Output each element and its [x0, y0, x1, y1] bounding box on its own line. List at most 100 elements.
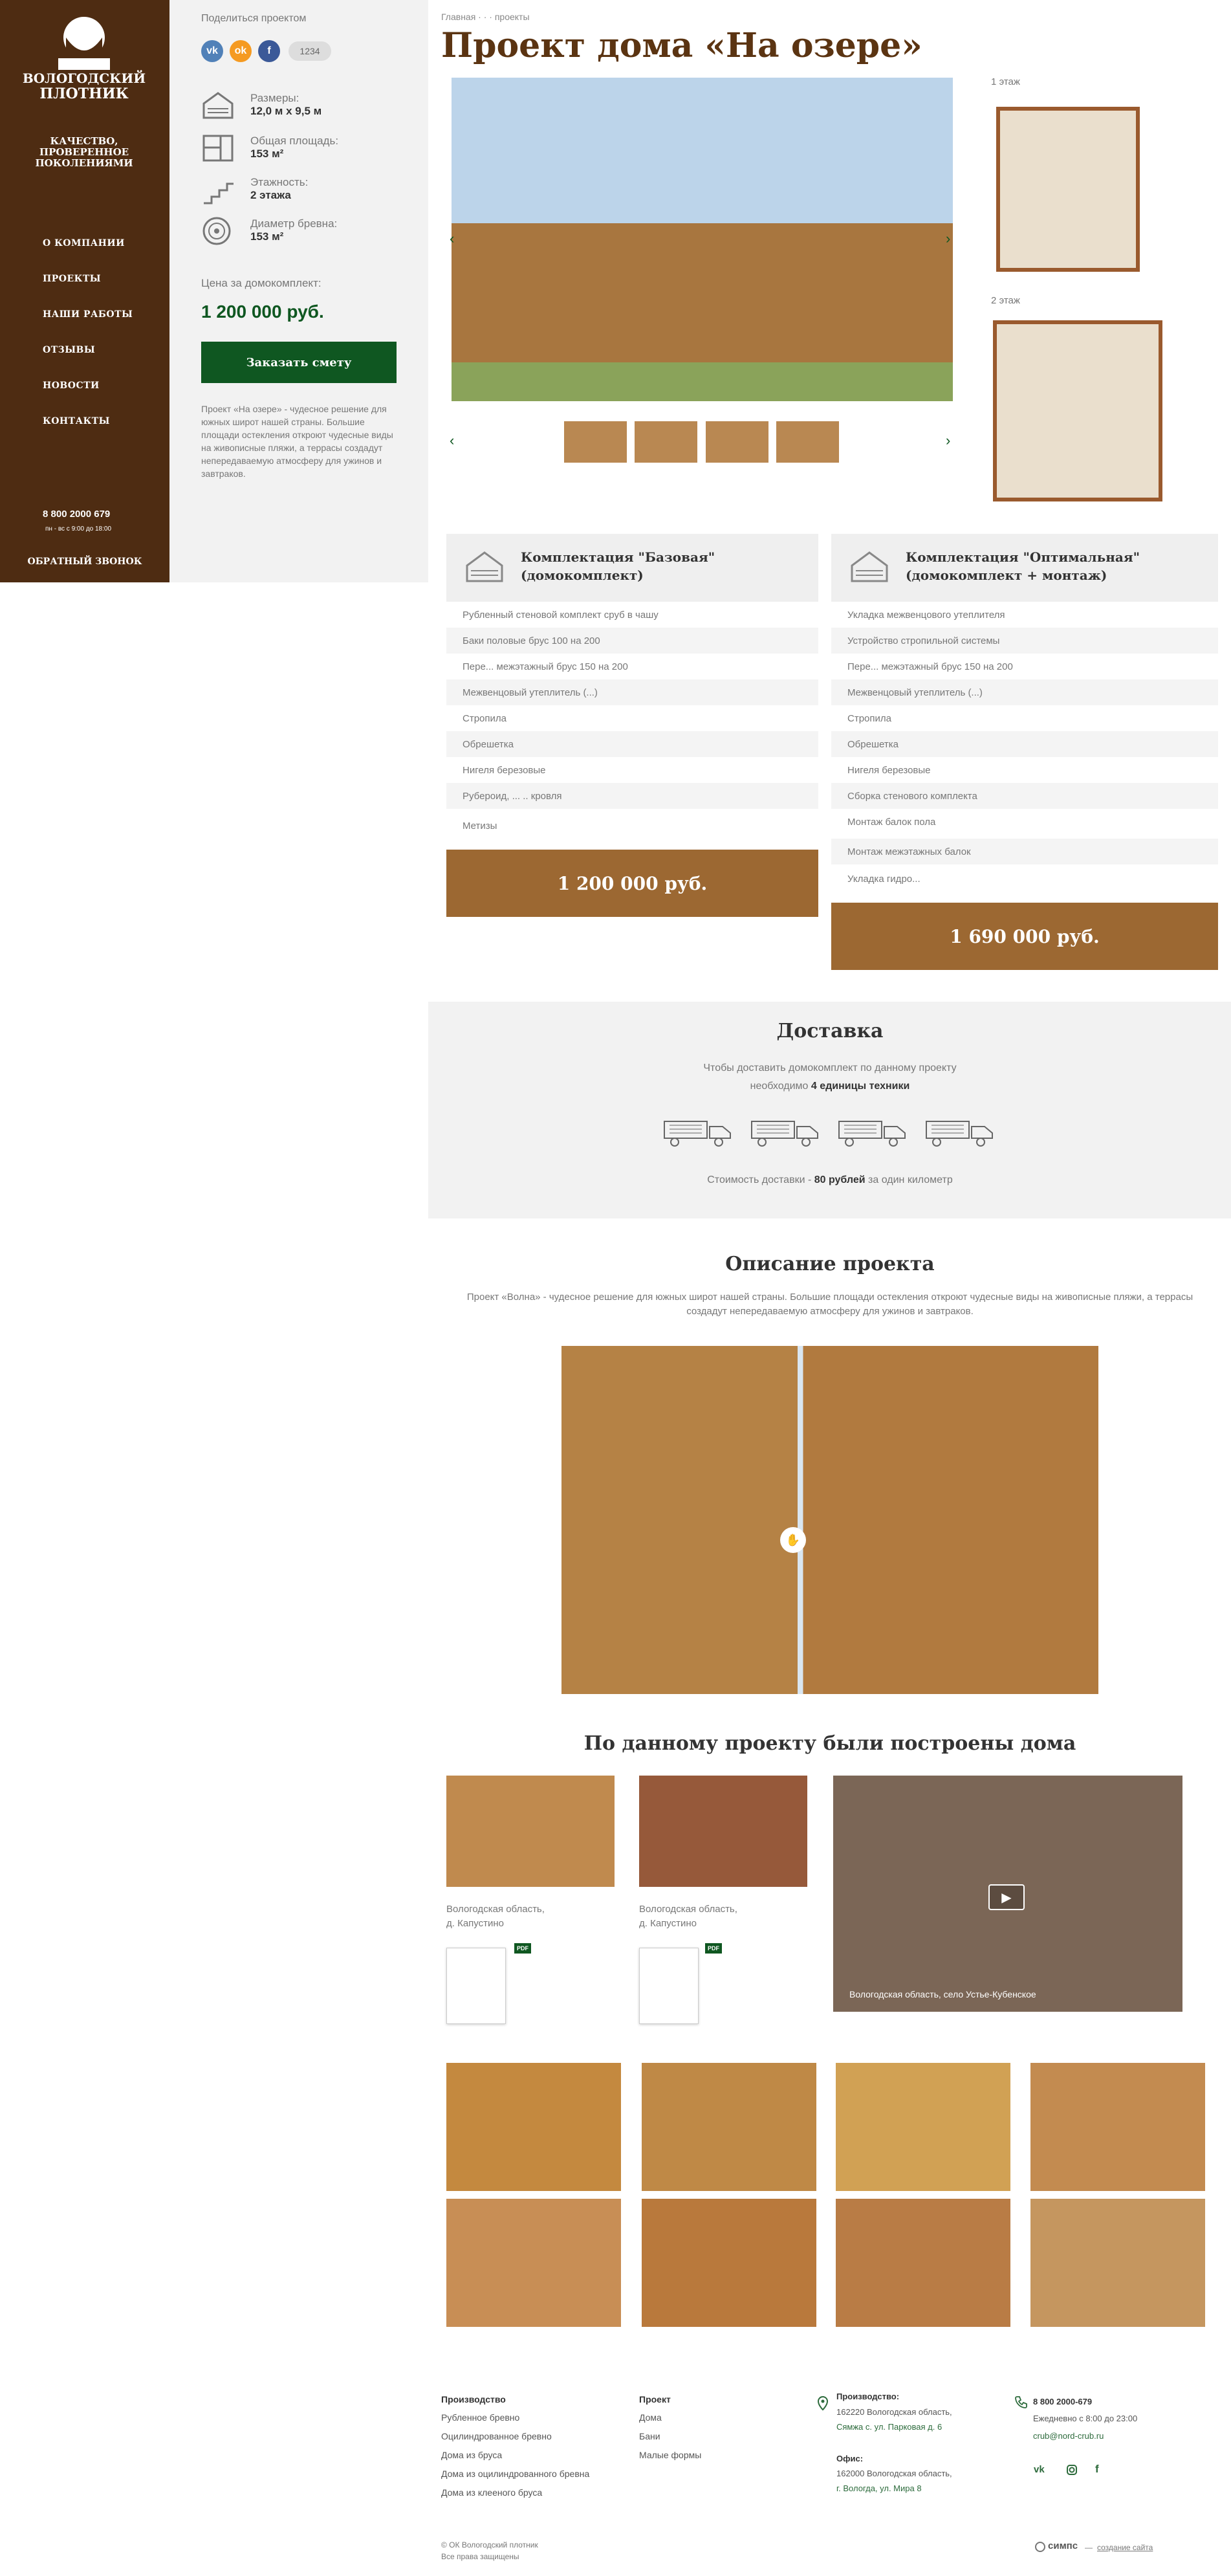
vk-share-icon[interactable]: vk — [201, 40, 223, 62]
footer-link[interactable]: Дома — [639, 2412, 662, 2423]
site-creation-link[interactable]: создание сайта — [1097, 2543, 1153, 2552]
gallery-photo[interactable] — [836, 2063, 1010, 2191]
document-preview[interactable] — [446, 1948, 506, 2024]
kit-title: Комплектация "Базовая" (домокомплект) — [521, 548, 715, 584]
nav-reviews[interactable]: ОТЗЫВЫ — [43, 345, 95, 355]
floor1-plan[interactable] — [996, 107, 1140, 272]
facebook-share-icon[interactable]: f — [258, 40, 280, 62]
gallery-photo[interactable] — [836, 2199, 1010, 2327]
svg-text:ВОЛОГОДСКИЙ: ВОЛОГОДСКИЙ — [23, 69, 146, 86]
gallery-thumbnail[interactable] — [706, 421, 768, 463]
footer-production-address-link[interactable]: Сямжа с. ул. Парковая д. 6 — [836, 2422, 942, 2432]
delivery-text-2: необходимо 4 единицы техники — [428, 1081, 1231, 1092]
svg-text:ПЛОТНИК: ПЛОТНИК — [39, 85, 128, 102]
tagline-line: ПОКОЛЕНИЯМИ — [35, 157, 133, 169]
truck-icon — [664, 1121, 731, 1147]
main-next-arrow[interactable]: › — [946, 230, 950, 247]
built-house-location-line: д. Капустино — [446, 1918, 504, 1929]
footer-office-address-link[interactable]: г. Вологда, ул. Мира 8 — [836, 2483, 922, 2493]
nav-news[interactable]: НОВОСТИ — [43, 380, 100, 391]
footer-hours: Ежедневно с 8:00 до 23:00 — [1033, 2414, 1138, 2423]
kit-item: Рубленный стеновой комплект сруб в чашу — [463, 609, 659, 621]
sidebar: ВОЛОГОДСКИЙ ПЛОТНИК КАЧЕСТВО, ПРОВЕРЕННО… — [0, 0, 169, 582]
floor2-plan[interactable] — [993, 320, 1162, 501]
nav-contacts[interactable]: КОНТАКТЫ — [43, 416, 110, 426]
kit-item: Межвенцовый утеплитель (...) — [446, 679, 818, 705]
main-house-photo[interactable] — [452, 78, 953, 401]
kit-item: Баки половые брус 100 на 200 — [446, 628, 818, 654]
gallery-photo[interactable] — [446, 2199, 621, 2327]
footer-link[interactable]: Дома из бруса — [441, 2450, 502, 2460]
ok-share-icon[interactable]: ok — [230, 40, 252, 62]
nav-about[interactable]: О КОМПАНИИ — [43, 238, 125, 248]
footer-link[interactable]: Дома из клееного бруса — [441, 2487, 542, 2498]
gallery-thumbnail[interactable] — [776, 421, 839, 463]
thumb-prev-arrow[interactable]: ‹ — [450, 432, 454, 449]
delivery-text-pre: необходимо — [750, 1081, 811, 1092]
spec-value: 12,0 м х 9,5 м — [250, 105, 322, 117]
floors-icon — [204, 182, 234, 204]
developer-separator: — — [1085, 2543, 1093, 2552]
gallery-thumbnail[interactable] — [635, 421, 697, 463]
nav-projects[interactable]: ПРОЕКТЫ — [43, 274, 101, 284]
house-icon — [851, 551, 888, 582]
kit-item: Межвенцовый утеплитель (...) — [831, 679, 1218, 705]
delivery-cost-pre: Стоимость доставки - — [707, 1174, 814, 1185]
compare-slider-handle-icon[interactable]: ✋ — [780, 1527, 806, 1553]
gallery-photo[interactable] — [446, 2063, 621, 2191]
document-preview[interactable] — [639, 1948, 699, 2024]
kit-item: Пере... межэтажный брус 150 на 200 — [463, 661, 628, 672]
kit-optimal-price[interactable]: 1 690 000 руб. — [831, 903, 1218, 970]
thumb-next-arrow[interactable]: › — [946, 432, 950, 449]
kit-basic-price[interactable]: 1 200 000 руб. — [446, 850, 818, 917]
footer-link[interactable]: Малые формы — [639, 2450, 701, 2460]
footer-link[interactable]: Оцилиндрованное бревно — [441, 2431, 552, 2441]
callback-button[interactable]: ОБРАТНЫЙ ЗВОНОК — [0, 556, 169, 567]
footer-vk-icon[interactable]: vk — [1034, 2464, 1045, 2475]
delivery-cost-post: за один километр — [865, 1174, 953, 1185]
pdf-badge[interactable]: PDF — [705, 1943, 722, 1954]
built-house-photo[interactable] — [446, 1776, 615, 1887]
kit-item: Обрешетка — [446, 731, 818, 757]
footer-production-title: Производство: — [836, 2392, 900, 2401]
gallery-thumbnail[interactable] — [564, 421, 627, 463]
breadcrumb[interactable]: Главная · · · проекты — [441, 12, 530, 22]
gallery-photo[interactable] — [1030, 2063, 1205, 2191]
main-prev-arrow[interactable]: ‹ — [450, 230, 454, 247]
delivery-cost: Стоимость доставки - 80 рублей за один к… — [428, 1174, 1231, 1186]
page-title: Проект дома «На озере» — [441, 26, 922, 65]
footer-phone[interactable]: 8 800 2000-679 — [1033, 2397, 1092, 2406]
house-icon — [466, 551, 503, 582]
footer-link[interactable]: Рубленное бревно — [441, 2412, 519, 2423]
pdf-badge[interactable]: PDF — [514, 1943, 531, 1954]
truck-icon — [838, 1121, 906, 1147]
footer-link[interactable]: Бани — [639, 2431, 660, 2441]
copyright-rights: Все права защищены — [441, 2552, 519, 2561]
gallery-photo[interactable] — [642, 2063, 816, 2191]
kit-item: Укладка гидро... — [847, 873, 921, 885]
footer-link[interactable]: Дома из оцилиндрованного бревна — [441, 2469, 589, 2479]
kit-item: Нигеля березовые — [847, 764, 931, 776]
kit-subtitle: (домокомплект + монтаж) — [906, 567, 1107, 583]
footer-email[interactable]: crub@nord-crub.ru — [1033, 2431, 1104, 2441]
order-estimate-button[interactable]: Заказать смету — [201, 342, 397, 383]
kit-subtitle: (домокомплект) — [521, 567, 644, 583]
logo[interactable]: ВОЛОГОДСКИЙ ПЛОТНИК — [19, 12, 149, 109]
developer-brand[interactable]: симпс — [1048, 2540, 1078, 2551]
kit-item: Укладка межвенцового утеплителя — [847, 609, 1005, 621]
play-icon[interactable]: ▶ — [988, 1884, 1025, 1910]
footer-facebook-icon[interactable]: f — [1095, 2463, 1099, 2476]
nav-our-works[interactable]: НАШИ РАБОТЫ — [43, 309, 133, 320]
house-dimensions-icon — [202, 92, 234, 119]
before-after-photo[interactable] — [561, 1346, 1098, 1694]
developer-logo-icon[interactable] — [1035, 2542, 1045, 2552]
spec-value: 2 этажа — [250, 189, 291, 201]
built-house-photo[interactable] — [639, 1776, 807, 1887]
sidebar-phone[interactable]: 8 800 2000 679 — [43, 509, 110, 520]
footer-instagram-icon[interactable] — [1066, 2464, 1078, 2476]
gallery-photo[interactable] — [1030, 2199, 1205, 2327]
kit-title-line: Комплектация "Оптимальная" — [906, 549, 1140, 565]
project-info-panel — [169, 0, 428, 582]
built-house-location: Вологодская область, д. Капустино — [639, 1902, 737, 1931]
gallery-photo[interactable] — [642, 2199, 816, 2327]
